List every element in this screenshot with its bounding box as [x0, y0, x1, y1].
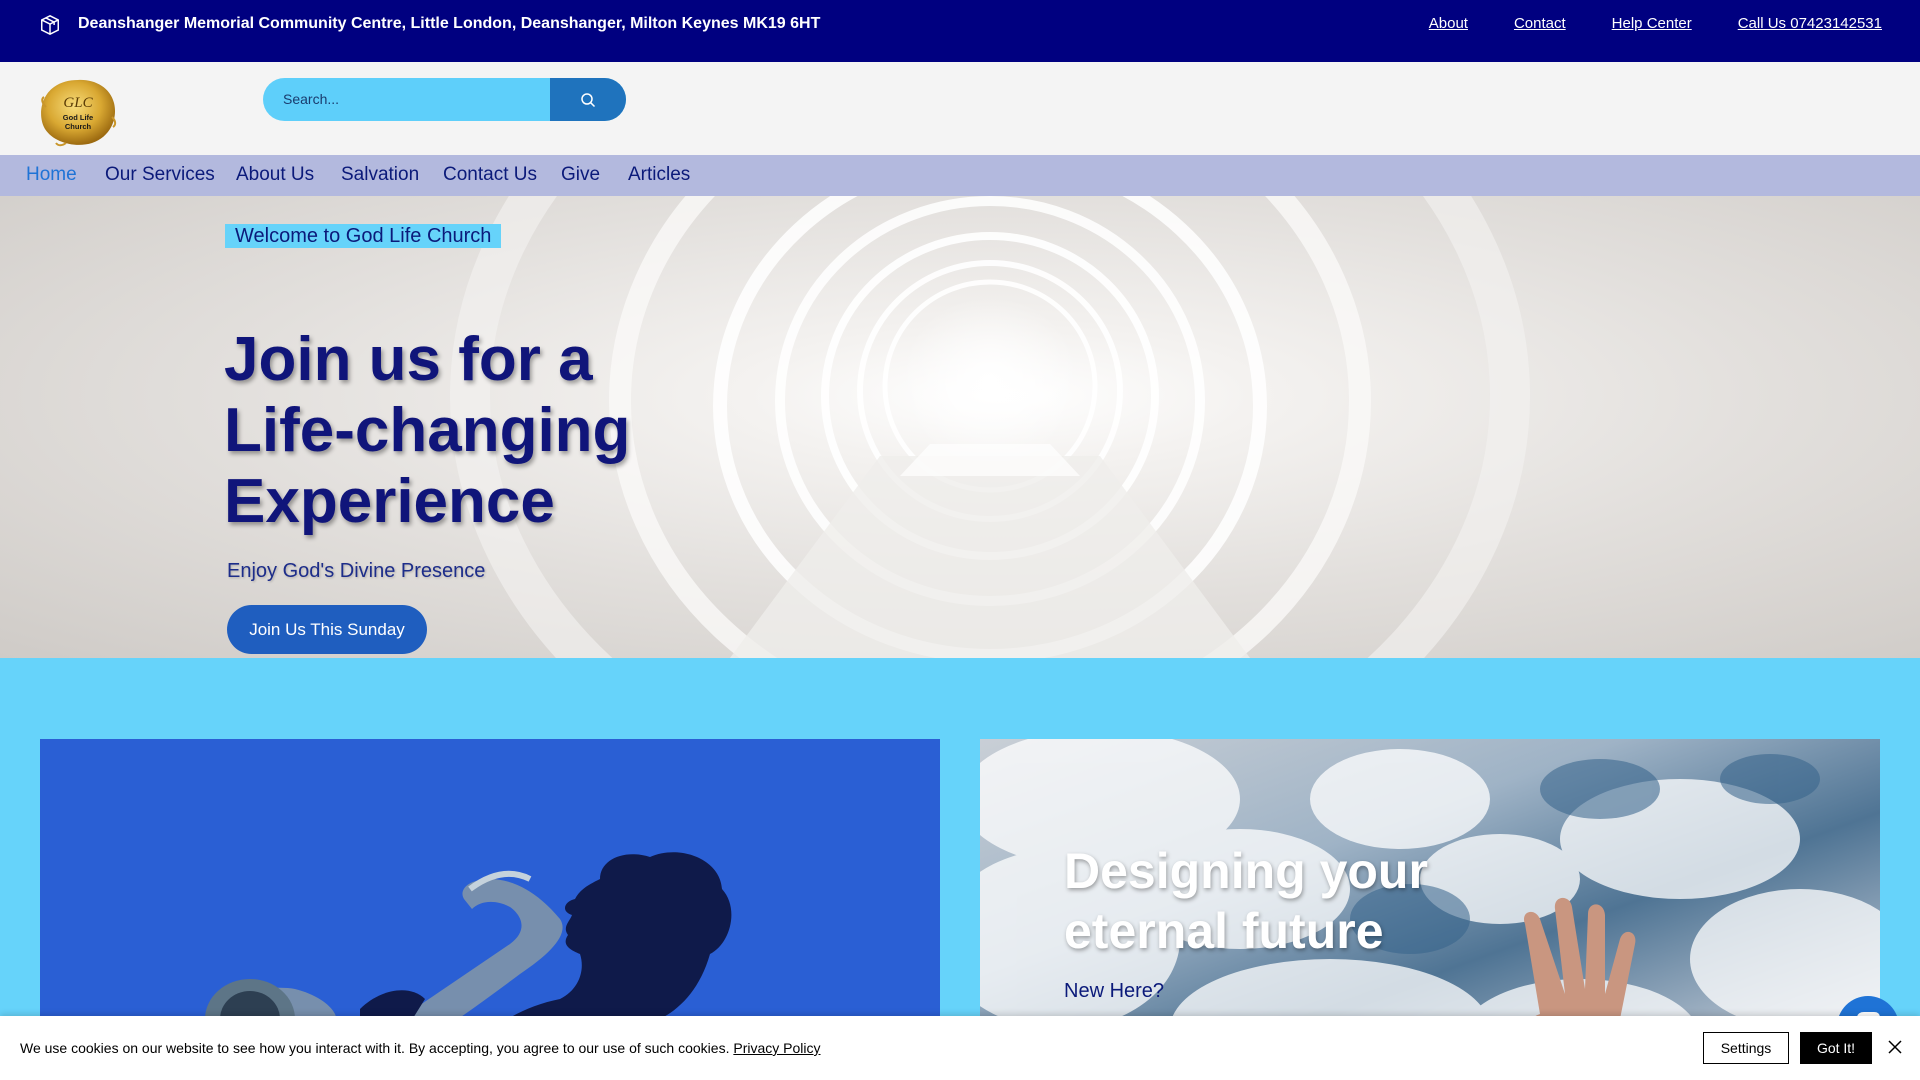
eternal-future-title-line: Designing your	[1064, 843, 1428, 899]
search-icon	[581, 92, 596, 107]
package-icon	[41, 15, 59, 35]
church-address: Deanshanger Memorial Community Centre, L…	[78, 15, 821, 32]
svg-text:Church: Church	[65, 122, 92, 131]
eternal-future-title-line: eternal future	[1064, 903, 1384, 959]
svg-text:God Life: God Life	[63, 113, 93, 122]
top-link-call-us[interactable]: Call Us 07423142531	[1738, 15, 1882, 32]
cookie-message: We use cookies on our website to see how…	[20, 1040, 821, 1056]
new-here-link[interactable]: New Here?	[1064, 980, 1164, 1003]
search-input[interactable]: Search...	[283, 91, 339, 107]
main-nav: Home Our Services About Us Salvation Con…	[0, 155, 1920, 196]
top-link-about[interactable]: About	[1429, 15, 1468, 32]
close-icon[interactable]	[1886, 1038, 1904, 1056]
top-link-contact[interactable]: Contact	[1514, 15, 1566, 32]
nav-item-contact-us[interactable]: Contact Us	[443, 164, 537, 186]
nav-item-salvation[interactable]: Salvation	[341, 164, 419, 186]
nav-item-home[interactable]: Home	[26, 164, 77, 186]
cookie-banner: We use cookies on our website to see how…	[0, 1016, 1920, 1080]
join-us-button[interactable]: Join Us This Sunday	[227, 605, 427, 654]
nav-item-about-us[interactable]: About Us	[236, 164, 314, 186]
hero-subtitle: Enjoy God's Divine Presence	[227, 560, 486, 582]
search-bar: Search...	[263, 78, 626, 121]
eternal-future-title: Designing your eternal future	[1064, 841, 1428, 961]
cookie-settings-button[interactable]: Settings	[1703, 1032, 1789, 1064]
hero-title: Join us for a Life-changing Experience	[224, 324, 630, 537]
nav-item-our-services[interactable]: Our Services	[105, 164, 215, 186]
nav-item-give[interactable]: Give	[561, 164, 600, 186]
top-link-help-center[interactable]: Help Center	[1612, 15, 1692, 32]
site-header: GLC God Life Church Search...	[0, 62, 1920, 155]
hero-title-line: Join us for a	[224, 325, 593, 394]
top-links: About Contact Help Center Call Us 074231…	[1383, 15, 1882, 32]
nav-item-articles[interactable]: Articles	[628, 164, 690, 186]
privacy-policy-link[interactable]: Privacy Policy	[733, 1040, 820, 1056]
cookie-message-text: We use cookies on our website to see how…	[20, 1040, 730, 1056]
hero-title-line: Experience	[224, 467, 555, 536]
hero-title-line: Life-changing	[224, 396, 631, 465]
church-logo[interactable]: GLC God Life Church	[36, 77, 120, 147]
hero-section: Welcome to God Life Church Join us for a…	[0, 196, 1920, 658]
search-button[interactable]	[550, 78, 626, 121]
top-bar: Deanshanger Memorial Community Centre, L…	[0, 0, 1920, 62]
svg-text:GLC: GLC	[63, 95, 93, 111]
cookie-accept-button[interactable]: Got It!	[1800, 1032, 1872, 1064]
welcome-badge: Welcome to God Life Church	[225, 224, 502, 248]
